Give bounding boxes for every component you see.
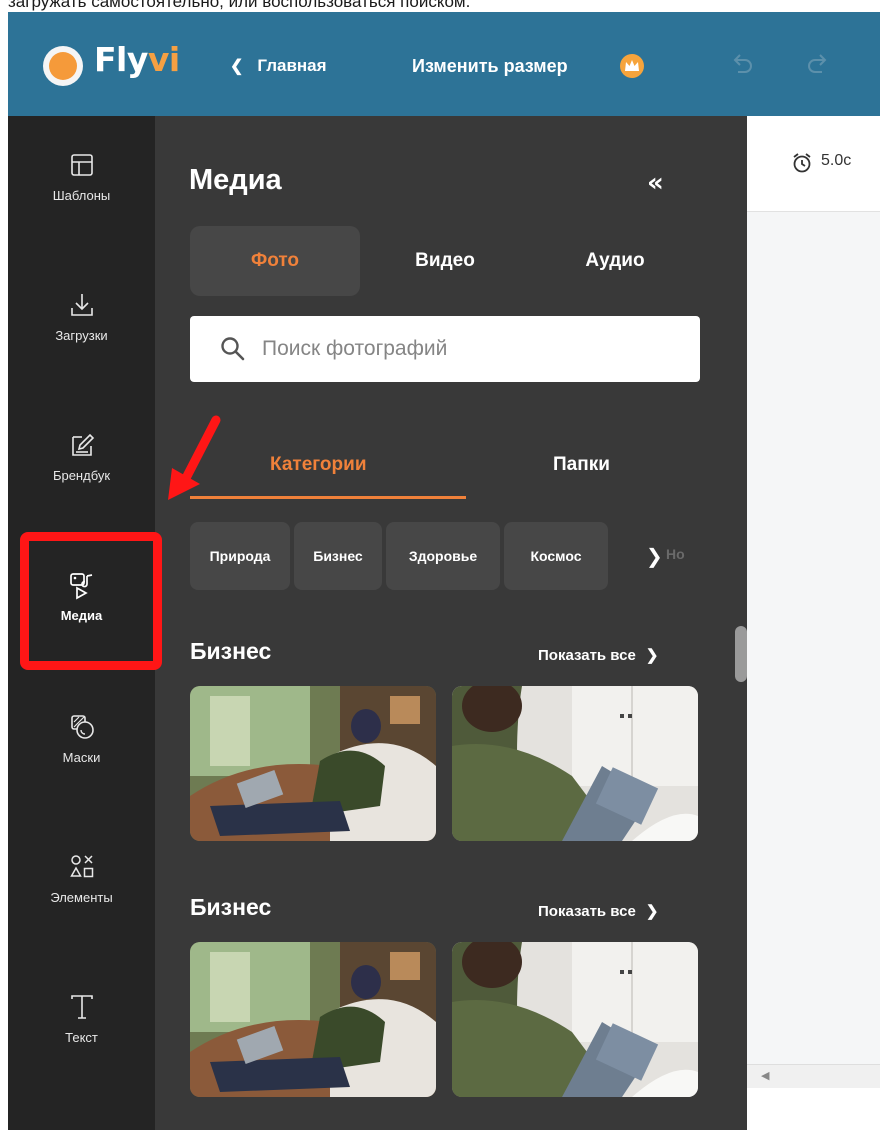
rail-label-text: Текст	[65, 1030, 98, 1045]
download-icon	[70, 294, 93, 316]
media-panel: Медиа « Фото Видео Аудио Категории Папки	[155, 116, 747, 1130]
chip-business[interactable]: Бизнес	[294, 522, 382, 590]
undo-icon[interactable]	[730, 52, 756, 80]
rail-label-brandbook: Брендбук	[52, 468, 111, 483]
tab-audio[interactable]: Аудио	[530, 226, 700, 296]
rail-label-uploads: Загрузки	[55, 328, 108, 343]
document-cutoff-text: загружать самостоятельно, или воспользов…	[8, 0, 471, 11]
horizontal-scrollbar[interactable]: ◀	[747, 1064, 880, 1088]
chip-space[interactable]: Космос	[504, 522, 608, 590]
scroll-left-icon[interactable]: ◀	[761, 1069, 769, 1082]
rail-label-masks: Маски	[62, 750, 101, 765]
annotation-arrow	[168, 415, 221, 500]
rail-item-text[interactable]: Текст	[8, 958, 155, 1098]
rail-item-templates[interactable]: Шаблоны	[8, 116, 155, 256]
shapes-icon	[69, 855, 93, 878]
chip-nature[interactable]: Природа	[190, 522, 290, 590]
panel-scrollbar-thumb[interactable]	[735, 626, 747, 682]
photo-search	[190, 316, 700, 382]
layout-icon	[70, 154, 93, 176]
alarm-clock-icon[interactable]	[791, 152, 813, 174]
redo-icon[interactable]	[804, 52, 830, 80]
canvas-workspace[interactable]	[747, 212, 880, 1064]
chevron-left-icon: ❮	[230, 58, 244, 75]
show-all-link[interactable]: Показать все ❯	[538, 646, 658, 664]
top-bar: Flyvi ❮ Главная Изменить размер	[8, 12, 880, 116]
rail-item-elements[interactable]: Элементы	[8, 818, 155, 958]
chip-more[interactable]: Но	[666, 546, 685, 562]
rail-item-uploads[interactable]: Загрузки	[8, 256, 155, 396]
tab-photo[interactable]: Фото	[190, 226, 360, 296]
screenshot-root: загружать самостоятельно, или воспользов…	[0, 0, 880, 1130]
canvas-toolbar: 5.0с	[747, 116, 880, 212]
logo-text[interactable]: Flyvi	[94, 40, 180, 79]
search-icon	[221, 337, 245, 361]
crown-icon	[620, 54, 644, 78]
rail-label-templates: Шаблоны	[52, 188, 111, 203]
section-title: Бизнес	[190, 894, 272, 920]
show-all-label: Показать все	[538, 903, 636, 920]
tab-folders[interactable]: Папки	[553, 454, 610, 476]
logo-icon	[43, 46, 83, 86]
category-tabs: Категории Папки	[190, 436, 700, 499]
photo-thumbnail[interactable]	[452, 942, 698, 1097]
rail-item-brandbook[interactable]: Брендбук	[8, 396, 155, 536]
rail-item-masks[interactable]: Маски	[8, 678, 155, 818]
show-all-link[interactable]: Показать все ❯	[538, 902, 658, 920]
tab-video[interactable]: Видео	[360, 226, 530, 296]
media-type-tabs: Фото Видео Аудио	[190, 226, 700, 296]
search-input[interactable]	[262, 316, 682, 382]
chevron-right-icon[interactable]: ❯	[646, 544, 663, 568]
resize-button[interactable]: Изменить размер	[412, 56, 568, 77]
collapse-panel-icon[interactable]: «	[647, 168, 664, 198]
home-back-label: Главная	[257, 56, 327, 75]
chevron-right-icon: ❯	[645, 903, 659, 920]
panel-title: Медиа	[189, 164, 282, 196]
active-tab-underline	[190, 496, 466, 499]
text-icon	[70, 995, 93, 1019]
photo-thumbnail[interactable]	[190, 942, 436, 1097]
show-all-label: Показать все	[538, 647, 636, 664]
home-back-link[interactable]: ❮ Главная	[230, 56, 327, 76]
category-chips: Природа Бизнес Здоровье Космос ❯ Но	[190, 522, 700, 590]
canvas-area: 5.0с ◀	[747, 116, 880, 1130]
duration-value[interactable]: 5.0с	[821, 152, 851, 170]
photo-thumbnail[interactable]	[190, 686, 436, 841]
tab-categories[interactable]: Категории	[270, 454, 367, 476]
photo-thumbnail[interactable]	[452, 686, 698, 841]
chevron-right-icon: ❯	[645, 647, 659, 664]
section-title: Бизнес	[190, 638, 272, 664]
masks-icon	[70, 715, 94, 739]
flyvi-app: Flyvi ❮ Главная Изменить размер Шаблоны …	[8, 12, 880, 1130]
chip-health[interactable]: Здоровье	[386, 522, 500, 590]
rail-label-elements: Элементы	[50, 890, 113, 905]
brandbook-edit-icon	[71, 433, 94, 456]
annotation-highlight-box	[20, 532, 162, 670]
